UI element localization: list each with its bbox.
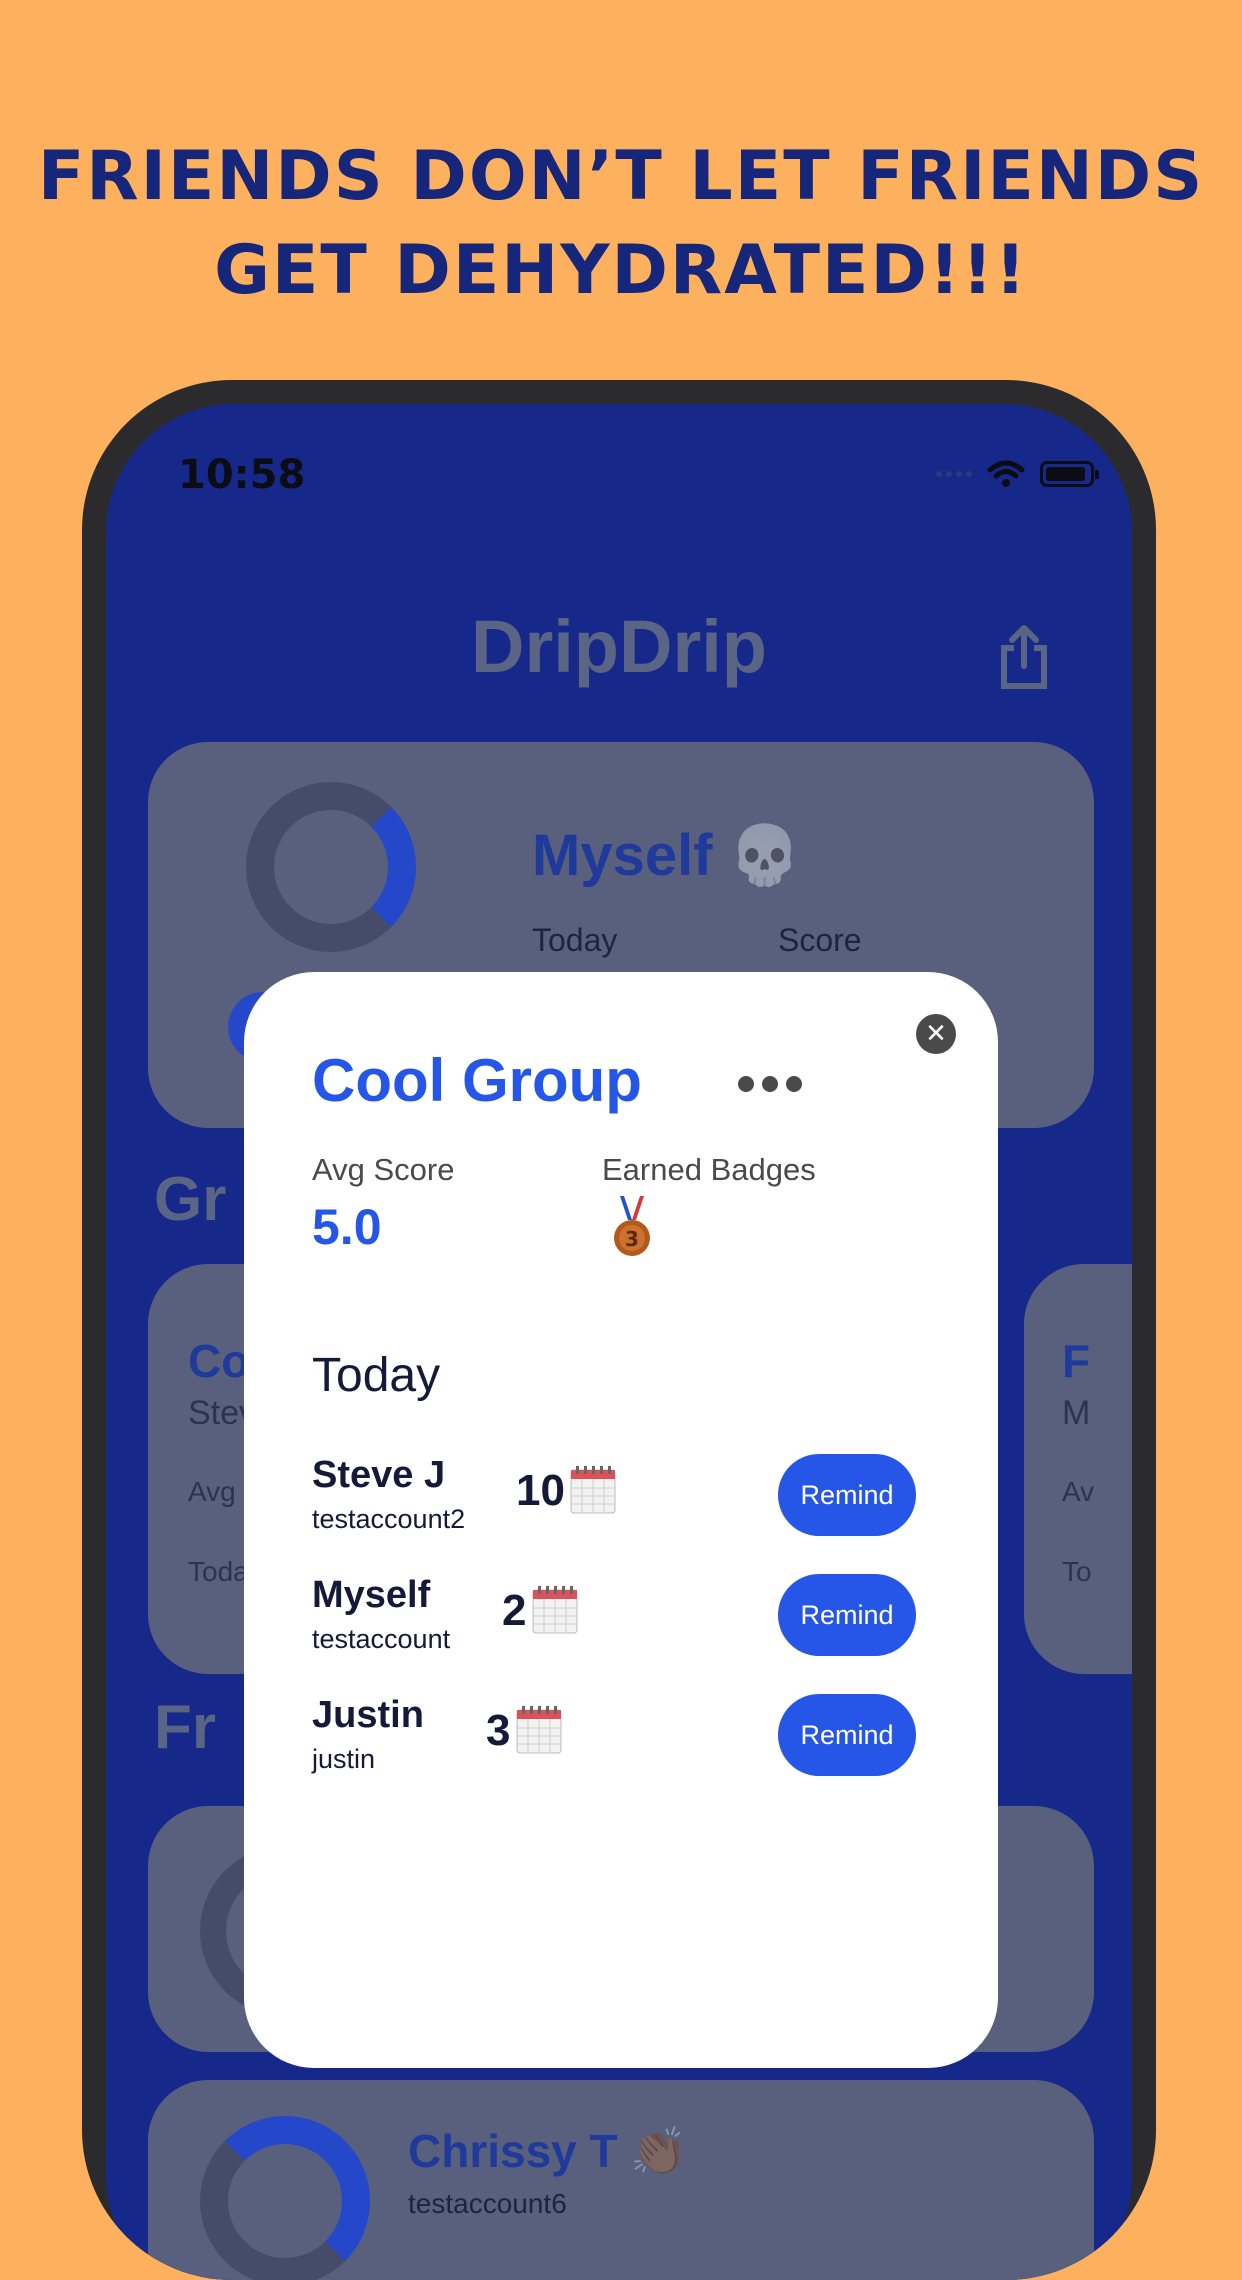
member-count: 10 xyxy=(516,1466,565,1515)
share-icon[interactable] xyxy=(996,622,1052,692)
group-card-next-title: F xyxy=(1062,1335,1091,1387)
more-options-icon[interactable] xyxy=(738,1076,802,1092)
group-card-title: Co xyxy=(188,1335,250,1387)
member-name: Justin xyxy=(312,1694,424,1736)
my-progress-ring xyxy=(246,782,416,952)
friend-username: testaccount6 xyxy=(408,2188,567,2219)
remind-button[interactable]: Remind xyxy=(778,1454,916,1536)
avg-score-value: 5.0 xyxy=(312,1199,382,1255)
friend-card-chrissy[interactable]: Chrissy T 👏🏾 testaccount6 xyxy=(148,2080,1094,2280)
friends-section-title: Fr xyxy=(154,1693,216,1762)
member-username: testaccount2 xyxy=(312,1504,466,1534)
wifi-icon xyxy=(987,460,1025,487)
close-icon[interactable]: ✕ xyxy=(916,1014,956,1054)
today-heading: Today xyxy=(312,1349,441,1402)
status-time: 10:58 xyxy=(178,452,306,498)
remind-button[interactable]: Remind xyxy=(778,1574,916,1656)
group-card-next-subtitle: M xyxy=(1062,1394,1091,1432)
member-count: 3 xyxy=(486,1706,511,1755)
avg-score-label: Avg Score xyxy=(312,1152,455,1187)
calendar-icon xyxy=(532,1586,578,1634)
member-name: Myself xyxy=(312,1574,431,1616)
group-card-next-avg-label: Av xyxy=(1062,1476,1095,1507)
friend-name: Chrissy T 👏🏾 xyxy=(408,2125,688,2177)
group-card-avg-label: Avg xyxy=(188,1476,236,1507)
skull-emoji: 💀 xyxy=(728,823,801,888)
my-name: Myself 💀 xyxy=(532,823,801,888)
my-score-label: Score xyxy=(778,922,862,958)
member-count: 2 xyxy=(502,1586,527,1635)
earned-badges-label: Earned Badges xyxy=(602,1152,816,1187)
clap-emoji: 👏🏾 xyxy=(630,2125,688,2177)
my-today-label: Today xyxy=(532,922,618,958)
cellular-signal-icon xyxy=(936,471,972,477)
member-username: justin xyxy=(312,1744,376,1774)
group-detail-modal: ✕ Cool Group Avg Score 5.0 Earned Badges… xyxy=(244,972,998,2068)
member-name: Steve J xyxy=(312,1454,446,1496)
group-card-next[interactable]: F M Av To xyxy=(1024,1264,1132,1674)
bronze-medal-icon: 3 xyxy=(614,1196,650,1256)
headline-line-2: GET DEHYDRATED!!! xyxy=(214,231,1028,310)
status-icons xyxy=(936,454,1099,494)
headline-line-1: FRIENDS DON’T LET FRIENDS xyxy=(37,137,1205,216)
member-username: testaccount xyxy=(312,1624,451,1654)
group-card-next-today-label: To xyxy=(1062,1556,1092,1587)
headline: FRIENDS DON’T LET FRIENDS GET DEHYDRATED… xyxy=(0,130,1242,318)
remind-button[interactable]: Remind xyxy=(778,1694,916,1776)
calendar-icon xyxy=(570,1466,616,1514)
battery-icon xyxy=(1040,461,1099,487)
calendar-icon xyxy=(516,1706,562,1754)
svg-text:3: 3 xyxy=(625,1227,639,1251)
friend-progress-ring xyxy=(200,2116,370,2280)
group-card-today-label: Toda xyxy=(188,1556,249,1587)
app-title: DripDrip xyxy=(471,605,767,688)
groups-section-title: Gr xyxy=(154,1165,227,1234)
modal-title: Cool Group xyxy=(312,1047,642,1114)
